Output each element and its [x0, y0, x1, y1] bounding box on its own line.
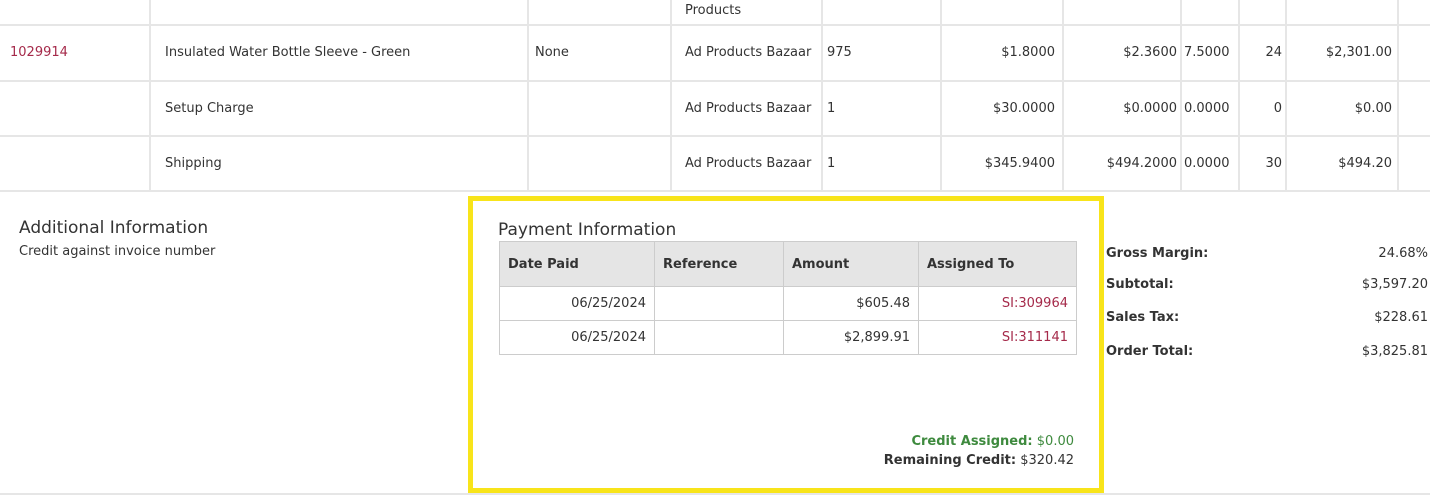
amount: $2,899.91: [783, 320, 919, 355]
item-decoration: None: [535, 45, 569, 60]
additional-info-title: Additional Information: [19, 218, 209, 238]
sales-tax-row: Sales Tax: $228.61: [1106, 310, 1428, 325]
item-quantity: 975: [827, 45, 852, 60]
item-vendor: Ad Products Bazaar: [685, 155, 812, 171]
order-total-label: Order Total:: [1106, 344, 1194, 359]
grid-line: [1062, 0, 1064, 192]
date-paid: 06/25/2024: [499, 286, 655, 321]
item-cost: $1.8000: [1001, 45, 1055, 60]
table-row: 06/25/2024 $605.48 SI:309964: [499, 286, 1077, 321]
credit-assigned-label: Credit Assigned:: [911, 434, 1033, 449]
header-assigned-to: Assigned To: [918, 241, 1077, 287]
item-total: $494.20: [1338, 155, 1392, 171]
sales-tax-label: Sales Tax:: [1106, 310, 1180, 325]
assigned-to-link[interactable]: SI:309964: [918, 286, 1077, 321]
item-cost: $30.0000: [992, 100, 1055, 116]
grid-line: [821, 0, 823, 192]
remaining-credit: Remaining Credit: $320.42: [884, 453, 1074, 468]
grid-line: [670, 0, 672, 192]
credit-assigned: Credit Assigned: $0.00: [911, 434, 1074, 449]
payment-table-header: Date Paid Reference Amount Assigned To: [499, 241, 1077, 287]
additional-info-text: Credit against invoice number: [19, 244, 216, 259]
grid-line: [1285, 0, 1287, 192]
item-factor: 7.5000: [1184, 45, 1230, 60]
subtotal-value: $3,597.20: [1361, 277, 1428, 292]
item-description: Insulated Water Bottle Sleeve - Green: [165, 45, 411, 60]
item-days: 0: [1273, 100, 1282, 116]
item-days: 24: [1265, 45, 1282, 60]
payment-info-panel: Payment Information Date Paid Reference …: [468, 196, 1104, 493]
item-description: Setup Charge: [165, 100, 254, 116]
header-date-paid: Date Paid: [499, 241, 655, 287]
remaining-credit-value: $320.42: [1020, 453, 1074, 468]
item-price: $2.3600: [1123, 45, 1177, 60]
header-reference: Reference: [654, 241, 784, 287]
reference: [654, 286, 784, 321]
order-total-value: $3,825.81: [1361, 344, 1428, 359]
item-price: $494.2000: [1106, 155, 1177, 171]
gross-margin-label: Gross Margin:: [1106, 246, 1209, 261]
reference: [654, 320, 784, 355]
payment-info-title: Payment Information: [498, 220, 677, 240]
grid-line: [0, 190, 1430, 192]
amount: $605.48: [783, 286, 919, 321]
grid-line: [1397, 0, 1399, 192]
item-number-link[interactable]: 1029914: [10, 26, 145, 80]
date-paid: 06/25/2024: [499, 320, 655, 355]
partial-row-vendor: Products: [685, 3, 742, 18]
item-quantity: 1: [827, 155, 836, 171]
order-total-row: Order Total: $3,825.81: [1106, 344, 1428, 359]
item-vendor: Ad Products Bazaar: [685, 100, 812, 116]
item-days: 30: [1265, 155, 1282, 171]
item-description: Shipping: [165, 155, 222, 171]
table-row: 06/25/2024 $2,899.91 SI:311141: [499, 320, 1077, 355]
gross-margin-row: Gross Margin: 24.68%: [1106, 246, 1428, 261]
grid-line: [527, 0, 529, 192]
header-amount: Amount: [783, 241, 919, 287]
item-quantity: 1: [827, 100, 836, 116]
credit-assigned-value: $0.00: [1036, 434, 1074, 449]
subtotal-row: Subtotal: $3,597.20: [1106, 277, 1428, 292]
item-factor: 0.0000: [1184, 155, 1230, 171]
sales-tax-value: $228.61: [1374, 310, 1428, 325]
assigned-to-link[interactable]: SI:311141: [918, 320, 1077, 355]
line-items-table: Products 1029914 Insulated Water Bottle …: [0, 0, 1430, 192]
payment-table: Date Paid Reference Amount Assigned To 0…: [499, 241, 1077, 355]
subtotal-label: Subtotal:: [1106, 277, 1174, 292]
gross-margin-value: 24.68%: [1378, 246, 1428, 261]
item-total: $0.00: [1354, 100, 1392, 116]
grid-line: [940, 0, 942, 192]
item-vendor: Ad Products Bazaar: [685, 45, 812, 60]
item-price: $0.0000: [1123, 100, 1177, 116]
remaining-credit-label: Remaining Credit:: [883, 453, 1017, 468]
item-total: $2,301.00: [1325, 45, 1392, 60]
item-factor: 0.0000: [1184, 100, 1230, 116]
grid-line: [1180, 0, 1182, 192]
item-cost: $345.9400: [984, 155, 1055, 171]
grid-line: [149, 0, 151, 192]
